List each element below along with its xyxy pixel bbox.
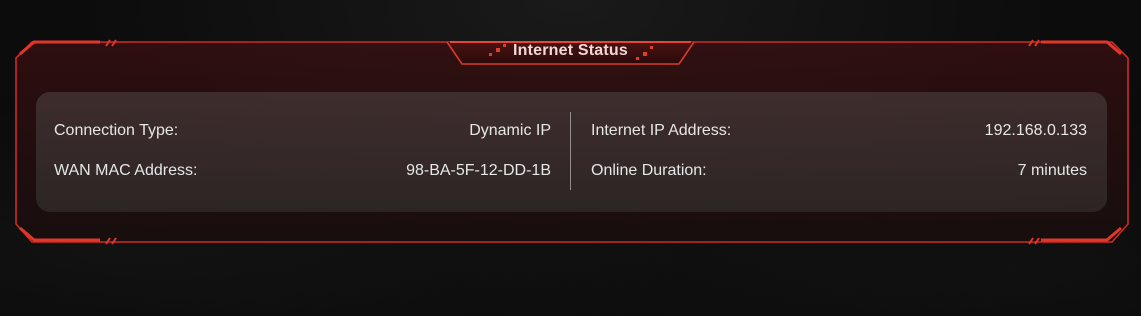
column-divider — [570, 112, 571, 190]
internet-ip-value: 192.168.0.133 — [984, 122, 1087, 139]
wan-mac-value: 98-BA-5F-12-DD-1B — [406, 162, 551, 179]
status-row-internet-ip: Internet IP Address: 192.168.0.133 — [591, 119, 1087, 143]
panel-title: Internet Status — [512, 42, 628, 59]
wan-mac-label: WAN MAC Address: — [54, 162, 198, 179]
status-row-wan-mac: WAN MAC Address: 98-BA-5F-12-DD-1B — [54, 159, 551, 183]
status-column-left: Connection Type: Dynamic IP WAN MAC Addr… — [54, 92, 551, 212]
status-row-online-duration: Online Duration: 7 minutes — [591, 159, 1087, 183]
online-duration-value: 7 minutes — [1017, 162, 1087, 179]
connection-type-label: Connection Type: — [54, 122, 179, 139]
internet-ip-label: Internet IP Address: — [591, 122, 732, 139]
online-duration-label: Online Duration: — [591, 162, 707, 179]
status-column-right: Internet IP Address: 192.168.0.133 Onlin… — [591, 92, 1087, 212]
status-row-connection-type: Connection Type: Dynamic IP — [54, 119, 551, 143]
connection-type-value: Dynamic IP — [469, 122, 551, 139]
status-card: Connection Type: Dynamic IP WAN MAC Addr… — [36, 92, 1107, 212]
